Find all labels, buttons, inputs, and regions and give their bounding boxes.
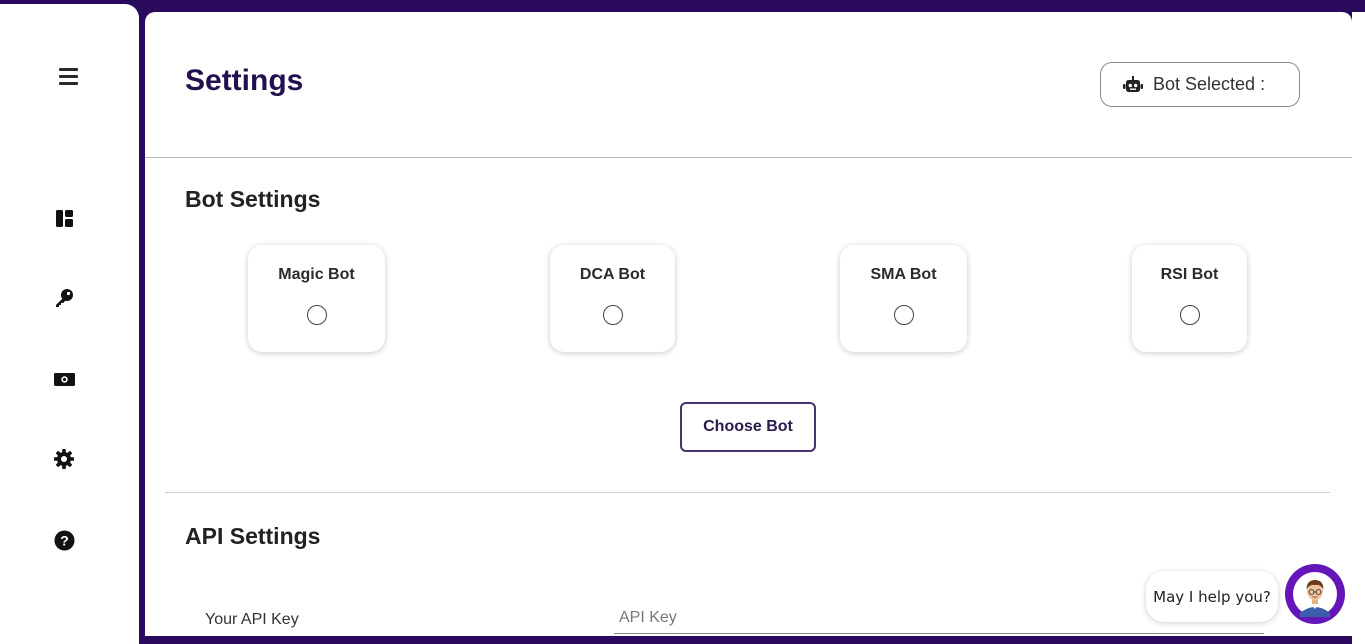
choose-bot-button[interactable]: Choose Bot <box>680 402 816 452</box>
help-circle-icon[interactable]: ? <box>53 529 75 551</box>
bot-radio-sma[interactable] <box>893 305 914 325</box>
bot-selected-label: Bot Selected : <box>1153 74 1266 94</box>
section-divider <box>165 492 1330 493</box>
bot-card-label: Magic Bot <box>278 266 355 283</box>
bot-radio-rsi[interactable] <box>1179 305 1200 325</box>
bot-card-label: DCA Bot <box>579 266 646 283</box>
bot-card-dca[interactable]: DCA Bot <box>550 245 675 352</box>
svg-text:?: ? <box>60 532 69 548</box>
bot-settings-title: Bot Settings <box>185 186 321 212</box>
bot-card-label: SMA Bot <box>870 266 937 283</box>
gear-icon[interactable] <box>53 448 75 470</box>
dashboard-icon[interactable] <box>53 207 75 229</box>
sidebar: ? <box>0 4 139 644</box>
bot-card-rsi[interactable]: RSI Bot <box>1132 245 1247 352</box>
bot-card-sma[interactable]: SMA Bot <box>840 245 967 352</box>
api-settings-title: API Settings <box>185 523 321 549</box>
bot-card-magic[interactable]: Magic Bot <box>248 245 385 352</box>
chat-bubble[interactable]: May I help you? <box>1146 571 1278 622</box>
settings-panel: Settings Bot Selected : Bot Settings Mag… <box>145 12 1352 636</box>
api-key-label: Your API Key <box>205 611 299 628</box>
key-icon[interactable] <box>53 287 75 309</box>
hamburger-menu-icon[interactable] <box>56 68 82 92</box>
bot-radio-dca[interactable] <box>602 305 623 325</box>
scrollbar[interactable] <box>1352 12 1365 644</box>
bot-radio-magic[interactable] <box>306 305 327 325</box>
assistant-avatar-icon <box>1293 572 1337 617</box>
page-title: Settings <box>185 64 304 97</box>
money-icon[interactable] <box>53 368 75 390</box>
header-divider <box>145 157 1352 158</box>
chat-assistant-avatar[interactable] <box>1285 564 1345 624</box>
bot-selected-button[interactable]: Bot Selected : <box>1100 62 1300 107</box>
bot-card-label: RSI Bot <box>1160 266 1219 283</box>
robot-icon <box>1123 75 1143 92</box>
